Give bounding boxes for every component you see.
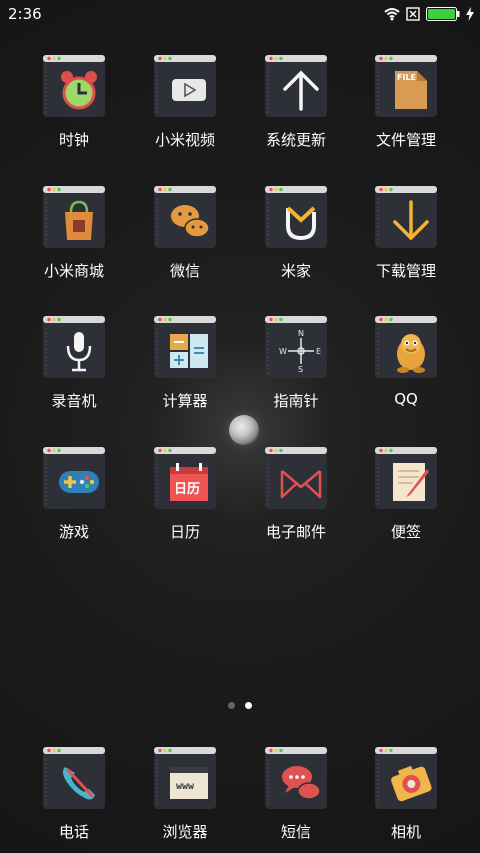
app-label: 电话 [58, 823, 89, 841]
app-icon-frame [265, 747, 327, 809]
dock: 电话 www 浏览器 短信 相机 [0, 0, 480, 853]
app-browser[interactable]: www 浏览器 [130, 747, 240, 842]
camera-icon [391, 765, 432, 802]
app-icon-frame [43, 747, 105, 809]
app-label: 浏览器 [162, 823, 208, 841]
app-label: 相机 [390, 823, 421, 841]
phone-icon [63, 767, 95, 800]
message-bubble-icon [282, 766, 321, 800]
browser-icon-label: www [176, 781, 195, 792]
app-icon-frame [375, 747, 437, 809]
app-icon-frame: www [154, 747, 216, 809]
browser-icon: www [170, 767, 208, 799]
app-label: 短信 [280, 823, 311, 841]
app-phone[interactable]: 电话 [19, 747, 129, 842]
app-messages[interactable]: 短信 [241, 747, 351, 842]
app-camera[interactable]: 相机 [351, 747, 461, 842]
